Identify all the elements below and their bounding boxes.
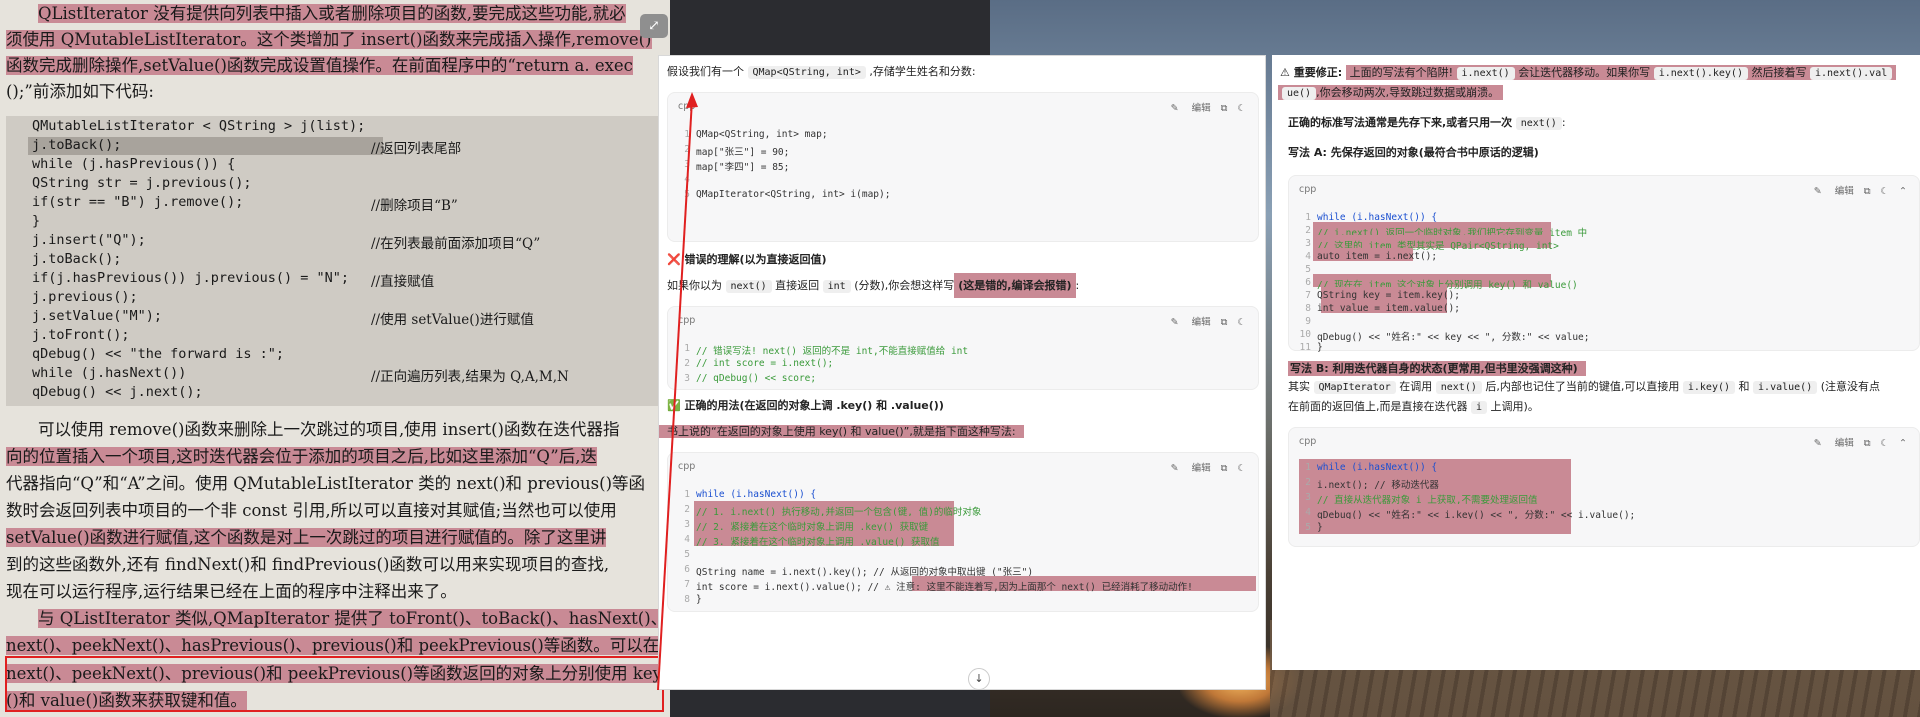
annotation-arrow <box>657 92 698 691</box>
